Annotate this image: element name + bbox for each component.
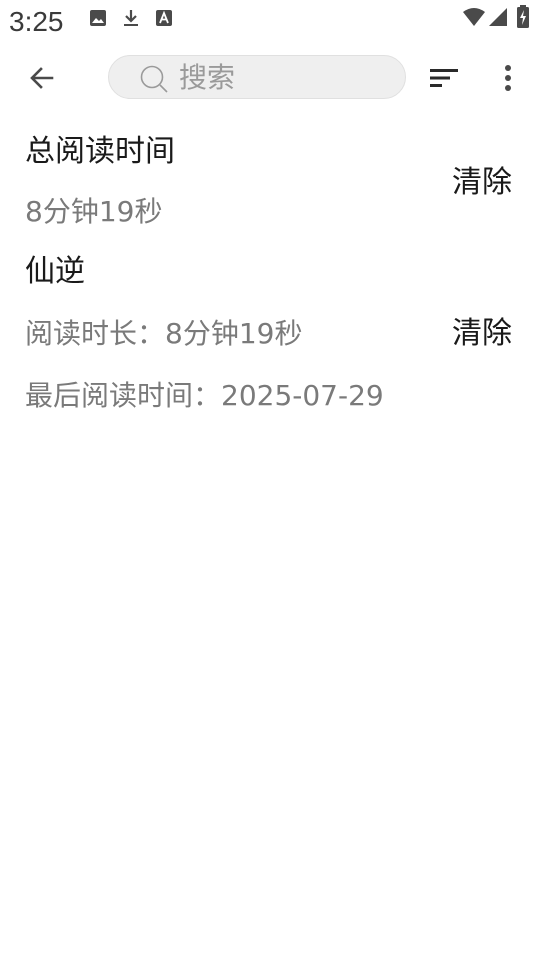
image-icon (90, 10, 106, 26)
battery-charging-icon (517, 5, 529, 28)
signal-icon (489, 8, 507, 26)
book-title: 仙逆 (25, 254, 85, 289)
status-time: 3:25 (9, 6, 64, 37)
more-options-button[interactable] (488, 58, 528, 98)
arrow-back-icon (30, 67, 54, 89)
more-vert-icon (505, 65, 511, 91)
wifi-icon (463, 8, 485, 26)
search-icon (140, 65, 168, 93)
status-bar: 3:25 (0, 0, 540, 40)
clear-book-button[interactable]: 清除 (452, 314, 512, 354)
sort-button[interactable] (424, 58, 464, 98)
search-box[interactable] (108, 55, 406, 99)
font-icon (156, 10, 172, 26)
sort-icon (430, 69, 458, 87)
book-last-read-time: 最后阅读时间：2025-07-29 (25, 379, 384, 412)
clear-total-button[interactable]: 清除 (452, 163, 512, 203)
back-button[interactable] (22, 58, 62, 98)
book-reading-duration: 阅读时长：8分钟19秒 (25, 317, 303, 350)
search-input[interactable] (179, 56, 389, 98)
download-icon (124, 10, 138, 26)
total-reading-title: 总阅读时间 (25, 134, 175, 169)
toolbar (0, 48, 540, 108)
total-reading-value: 8分钟19秒 (25, 195, 163, 228)
